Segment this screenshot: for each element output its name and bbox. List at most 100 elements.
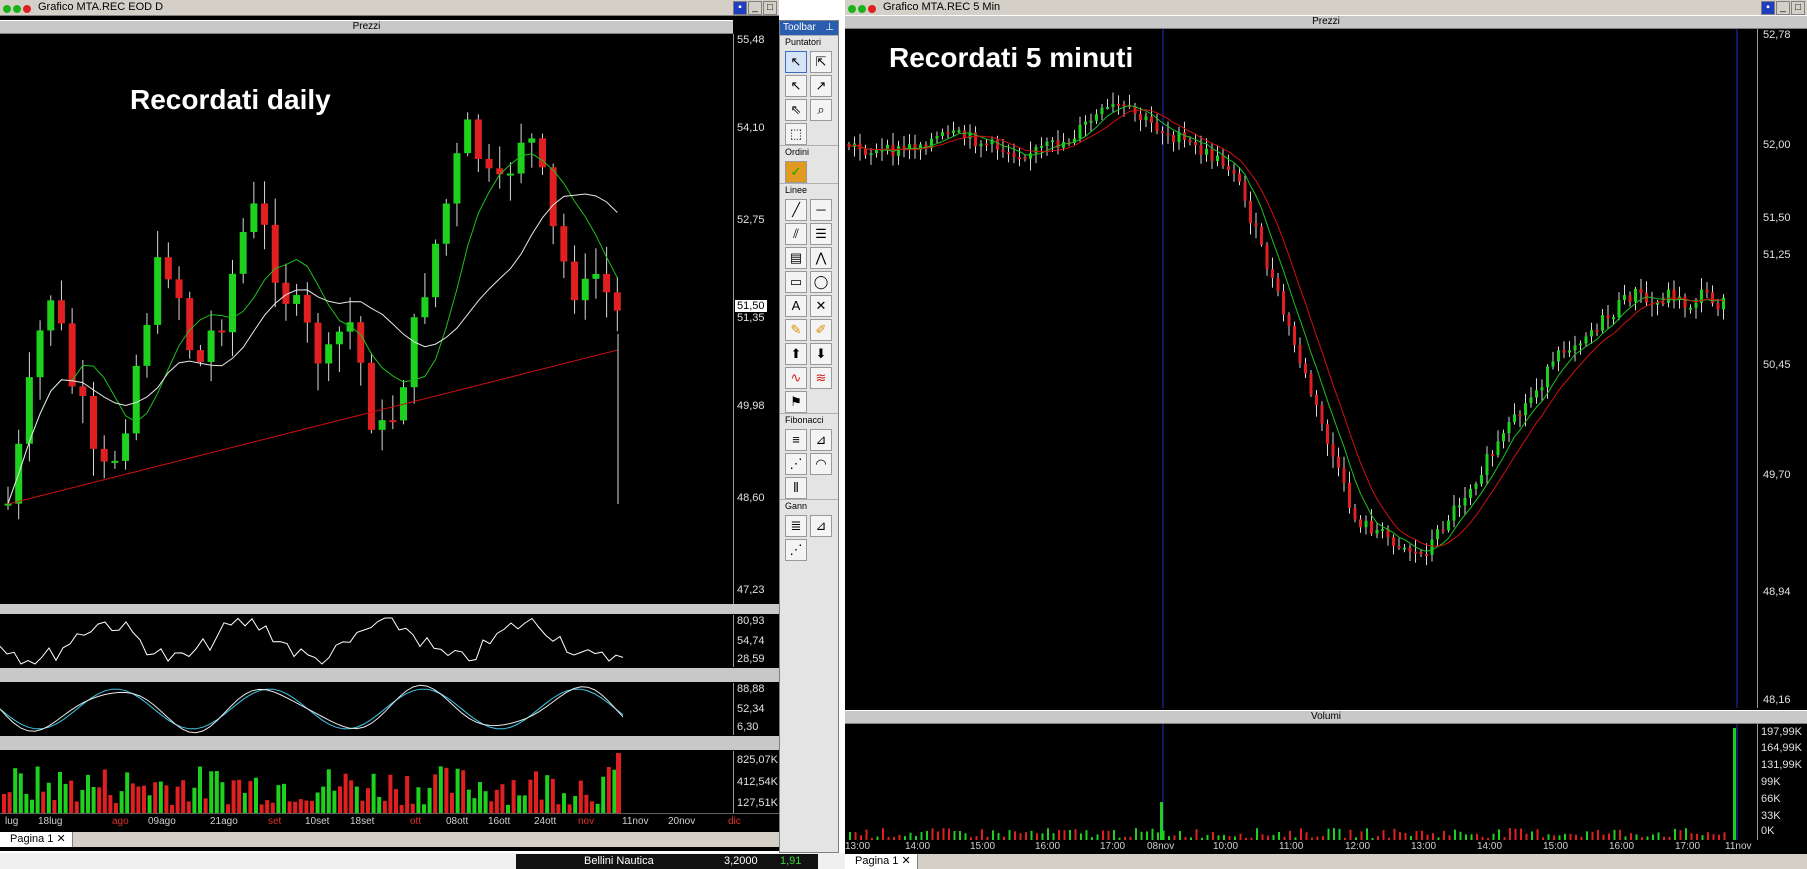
- volume-bar: [1305, 832, 1308, 840]
- arrow-drag-icon[interactable]: ⇖: [785, 99, 807, 121]
- daily-candlestick-chart[interactable]: [0, 34, 733, 619]
- volume-bar: [130, 783, 135, 813]
- parallel-lines-icon[interactable]: ⫽: [785, 223, 807, 245]
- restore-icon[interactable]: ▪: [1761, 1, 1775, 15]
- ticker-name: Bellini Nautica: [584, 855, 654, 867]
- candle-body: [1573, 345, 1577, 351]
- volume-bar: [354, 786, 359, 813]
- volume-bar: [1146, 831, 1148, 840]
- volume-bar: [948, 828, 950, 840]
- volume-bar: [366, 788, 370, 813]
- tab-pagina-1[interactable]: Pagina 1 ✕: [0, 832, 73, 847]
- fibo-fan-icon[interactable]: ⋰: [785, 453, 807, 475]
- daily-volume-chart[interactable]: [0, 751, 733, 813]
- wave-icon[interactable]: ∿: [785, 367, 807, 389]
- maximize-icon[interactable]: □: [763, 1, 777, 15]
- arrow-select-icon[interactable]: ↗: [810, 75, 832, 97]
- window-titlebar[interactable]: Grafico MTA.REC 5 Min ▪ _ □: [845, 0, 1807, 16]
- order-icon[interactable]: ✓: [785, 161, 807, 183]
- daily-chart-window[interactable]: Grafico MTA.REC EOD D ▪ _ □ Prezzi 55,48 5…: [0, 0, 779, 851]
- cross-delete-icon[interactable]: ✕: [810, 295, 832, 317]
- pencil-eraser-icon[interactable]: ✐: [810, 319, 832, 341]
- candle-body: [1408, 547, 1412, 552]
- volume-bar: [248, 781, 253, 813]
- volume-bar: [556, 804, 561, 813]
- candle-body: [346, 322, 354, 332]
- arrow-down-icon[interactable]: ⬇: [810, 343, 832, 365]
- candle-body: [1221, 155, 1225, 166]
- candle-body: [1089, 120, 1093, 123]
- stochastic-d-line: [0, 684, 624, 734]
- window-titlebar[interactable]: Grafico MTA.REC EOD D ▪ _ □: [0, 0, 779, 16]
- rsi-indicator-chart[interactable]: [0, 615, 733, 667]
- candle-body: [985, 143, 988, 146]
- ticker-row[interactable]: Bellini Nautica 3,2000 1,91: [516, 854, 818, 869]
- x-tick: 09ago: [148, 816, 176, 827]
- close-icon[interactable]: ✕: [902, 855, 911, 867]
- fibo-time-icon[interactable]: ⊿: [810, 429, 832, 451]
- candle-body: [1628, 295, 1632, 302]
- stochastic-indicator-chart[interactable]: [0, 683, 733, 735]
- candle-body: [1524, 403, 1527, 416]
- intraday-chart-window[interactable]: Grafico MTA.REC 5 Min ▪ _ □ Prezzi 52,78 5…: [845, 0, 1807, 869]
- arrow-icon[interactable]: ↖: [785, 75, 807, 97]
- support-resistance-icon[interactable]: ▤: [785, 247, 807, 269]
- candle-body: [378, 420, 386, 430]
- fibo-retracement-icon[interactable]: ≡: [785, 429, 807, 451]
- zoom-icon[interactable]: ⌕: [810, 99, 832, 121]
- crosshair-pointer-icon[interactable]: ⇱: [810, 51, 832, 73]
- drawing-toolbar: Toolbar ⊥ Puntatori ↖ ⇱ ↖ ↗ ⇖ ⌕ ⬚ Ordini ✓ Linee ╱ ─ ⫽…: [779, 20, 839, 853]
- x-tick: 10set: [305, 816, 330, 827]
- volume-bar: [332, 790, 337, 813]
- volume-bar: [433, 774, 438, 813]
- intraday-volume-chart[interactable]: [845, 724, 1757, 840]
- candle-body: [1667, 289, 1670, 303]
- candle-body: [1139, 113, 1142, 120]
- volume-bar: [1030, 830, 1033, 840]
- horizontal-line-icon[interactable]: ─: [810, 199, 832, 221]
- minimize-icon[interactable]: _: [748, 1, 762, 15]
- gann-fan-icon[interactable]: ⋰: [785, 539, 807, 561]
- trendline-icon[interactable]: ╱: [785, 199, 807, 221]
- toolbar-section-puntatori: Puntatori: [780, 35, 838, 49]
- volume-bar: [220, 782, 225, 813]
- candle-body: [485, 158, 493, 169]
- candle-body: [1155, 122, 1159, 132]
- volume-bar: [30, 799, 34, 813]
- volume-bar: [170, 804, 174, 813]
- candle-body: [1337, 456, 1340, 468]
- volume-bar: [959, 831, 961, 840]
- pin-icon[interactable]: ⊥: [825, 21, 834, 35]
- maximize-icon[interactable]: □: [1791, 1, 1805, 15]
- text-icon[interactable]: A: [785, 295, 807, 317]
- rectangle-select-icon[interactable]: ⬚: [785, 123, 807, 145]
- polyline-icon[interactable]: ⋀: [810, 247, 832, 269]
- close-icon[interactable]: ✕: [57, 833, 66, 845]
- tab-pagina-1[interactable]: Pagina 1 ✕: [845, 854, 918, 869]
- candle-body: [36, 330, 44, 378]
- fibo-arc-icon[interactable]: ◠: [810, 453, 832, 475]
- pencil-icon[interactable]: ✎: [785, 319, 807, 341]
- volume-bar: [181, 780, 186, 813]
- rectangle-icon[interactable]: ▭: [785, 271, 807, 293]
- gann-box-icon[interactable]: ⊿: [810, 515, 832, 537]
- candle-body: [1084, 121, 1087, 125]
- ellipse-icon[interactable]: ◯: [810, 271, 832, 293]
- candle-body: [897, 146, 900, 156]
- volume-bar: [1338, 828, 1341, 840]
- flag-icon[interactable]: ⚑: [785, 391, 807, 413]
- fibo-time-zones-icon[interactable]: ⦀: [785, 477, 807, 499]
- pointer-icon[interactable]: ↖: [785, 51, 807, 73]
- candle-body: [357, 322, 365, 363]
- channel-icon[interactable]: ☰: [810, 223, 832, 245]
- volume-bar: [506, 804, 510, 813]
- minimize-icon[interactable]: _: [1776, 1, 1790, 15]
- wave-delete-icon[interactable]: ≋: [810, 367, 832, 389]
- intraday-candlestick-chart[interactable]: [845, 29, 1757, 708]
- candle-body: [1623, 295, 1626, 301]
- arrow-up-icon[interactable]: ⬆: [785, 343, 807, 365]
- y-tick: 48,94: [1763, 586, 1791, 598]
- restore-icon[interactable]: ▪: [733, 1, 747, 15]
- candle-body: [239, 232, 247, 274]
- gann-grid-icon[interactable]: ≣: [785, 515, 807, 537]
